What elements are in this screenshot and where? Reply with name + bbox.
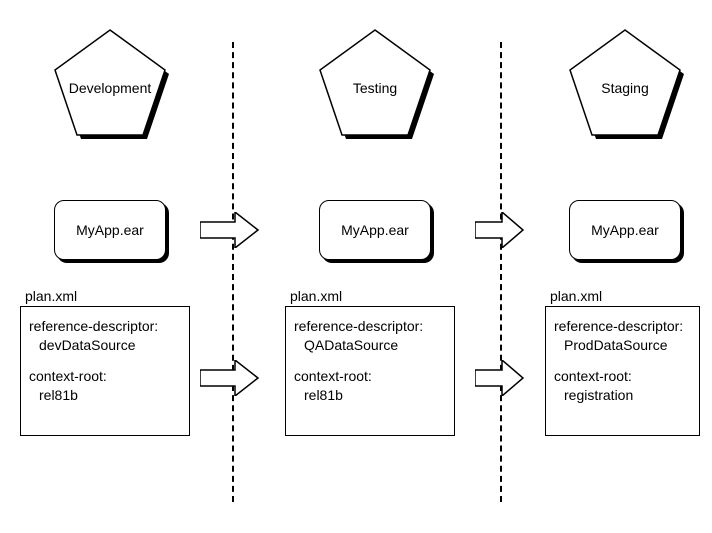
pentagon-testing: Testing <box>310 25 440 145</box>
artifact-box: MyApp.ear <box>319 200 431 260</box>
pentagon-staging: Staging <box>560 25 690 145</box>
reference-descriptor-key: reference-descriptor: <box>554 317 691 336</box>
arrow-right-icon <box>200 212 260 248</box>
reference-descriptor-key: reference-descriptor: <box>29 317 181 336</box>
reference-descriptor-value: devDataSource <box>39 336 181 355</box>
environment-label: Testing <box>310 80 440 96</box>
context-root-value: registration <box>564 386 691 405</box>
reference-descriptor-value: QADataSource <box>304 336 446 355</box>
context-root-value: rel81b <box>39 386 181 405</box>
pentagon-development: Development <box>45 25 175 145</box>
column-development: Development MyApp.ear plan.xml reference… <box>20 0 200 436</box>
column-staging: Staging MyApp.ear plan.xml reference-des… <box>545 0 705 436</box>
divider <box>232 42 234 502</box>
environment-label: Staging <box>560 80 690 96</box>
column-testing: Testing MyApp.ear plan.xml reference-des… <box>285 0 465 436</box>
plan-box: reference-descriptor: devDataSource cont… <box>20 306 190 436</box>
plan-file-label: plan.xml <box>25 288 200 304</box>
divider <box>500 42 502 502</box>
reference-descriptor-value: ProdDataSource <box>564 336 691 355</box>
environment-label: Development <box>45 80 175 96</box>
artifact-label: MyApp.ear <box>591 222 659 238</box>
plan-box: reference-descriptor: ProdDataSource con… <box>545 306 700 436</box>
artifact-label: MyApp.ear <box>341 222 409 238</box>
plan-file-label: plan.xml <box>290 288 465 304</box>
context-root-key: context-root: <box>29 367 181 386</box>
artifact-label: MyApp.ear <box>76 222 144 238</box>
plan-box: reference-descriptor: QADataSource conte… <box>285 306 455 436</box>
context-root-key: context-root: <box>554 367 691 386</box>
arrow-right-icon <box>475 212 525 248</box>
artifact-box: MyApp.ear <box>54 200 166 260</box>
artifact-box: MyApp.ear <box>569 200 681 260</box>
context-root-value: rel81b <box>304 386 446 405</box>
arrow-right-icon <box>475 360 525 396</box>
reference-descriptor-key: reference-descriptor: <box>294 317 446 336</box>
plan-file-label: plan.xml <box>550 288 705 304</box>
context-root-key: context-root: <box>294 367 446 386</box>
arrow-right-icon <box>200 360 260 396</box>
